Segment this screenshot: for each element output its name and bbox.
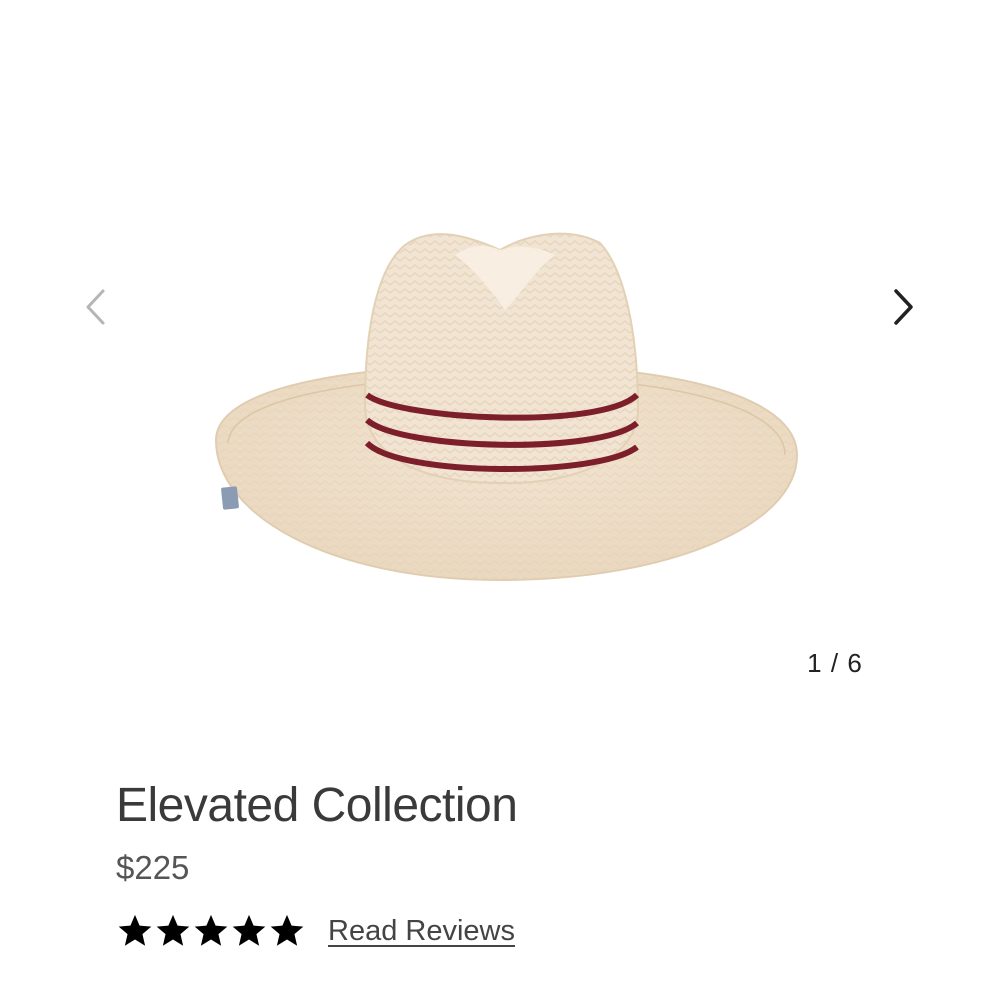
- product-title: Elevated Collection: [116, 779, 518, 832]
- star-icon: [156, 914, 190, 946]
- image-counter-separator: /: [830, 648, 840, 678]
- chevron-right-icon: [894, 289, 913, 325]
- chevron-left-icon: [86, 289, 105, 325]
- image-counter: 1 / 6: [790, 648, 880, 679]
- product-price: $225: [116, 849, 190, 886]
- image-counter-total: 6: [847, 648, 863, 678]
- hat-product-image[interactable]: [200, 215, 810, 595]
- product-image-gallery: 1 / 6: [0, 0, 999, 720]
- star-rating: [116, 912, 306, 950]
- star-icon: [194, 914, 228, 946]
- image-counter-current: 1: [807, 648, 823, 678]
- next-image-button[interactable]: [884, 282, 924, 332]
- prev-image-button[interactable]: [75, 282, 115, 332]
- read-reviews-link[interactable]: Read Reviews: [328, 915, 515, 948]
- star-icon: [270, 914, 304, 946]
- product-rating: Read Reviews: [116, 912, 515, 950]
- star-icon: [118, 914, 152, 946]
- star-icon: [232, 914, 266, 946]
